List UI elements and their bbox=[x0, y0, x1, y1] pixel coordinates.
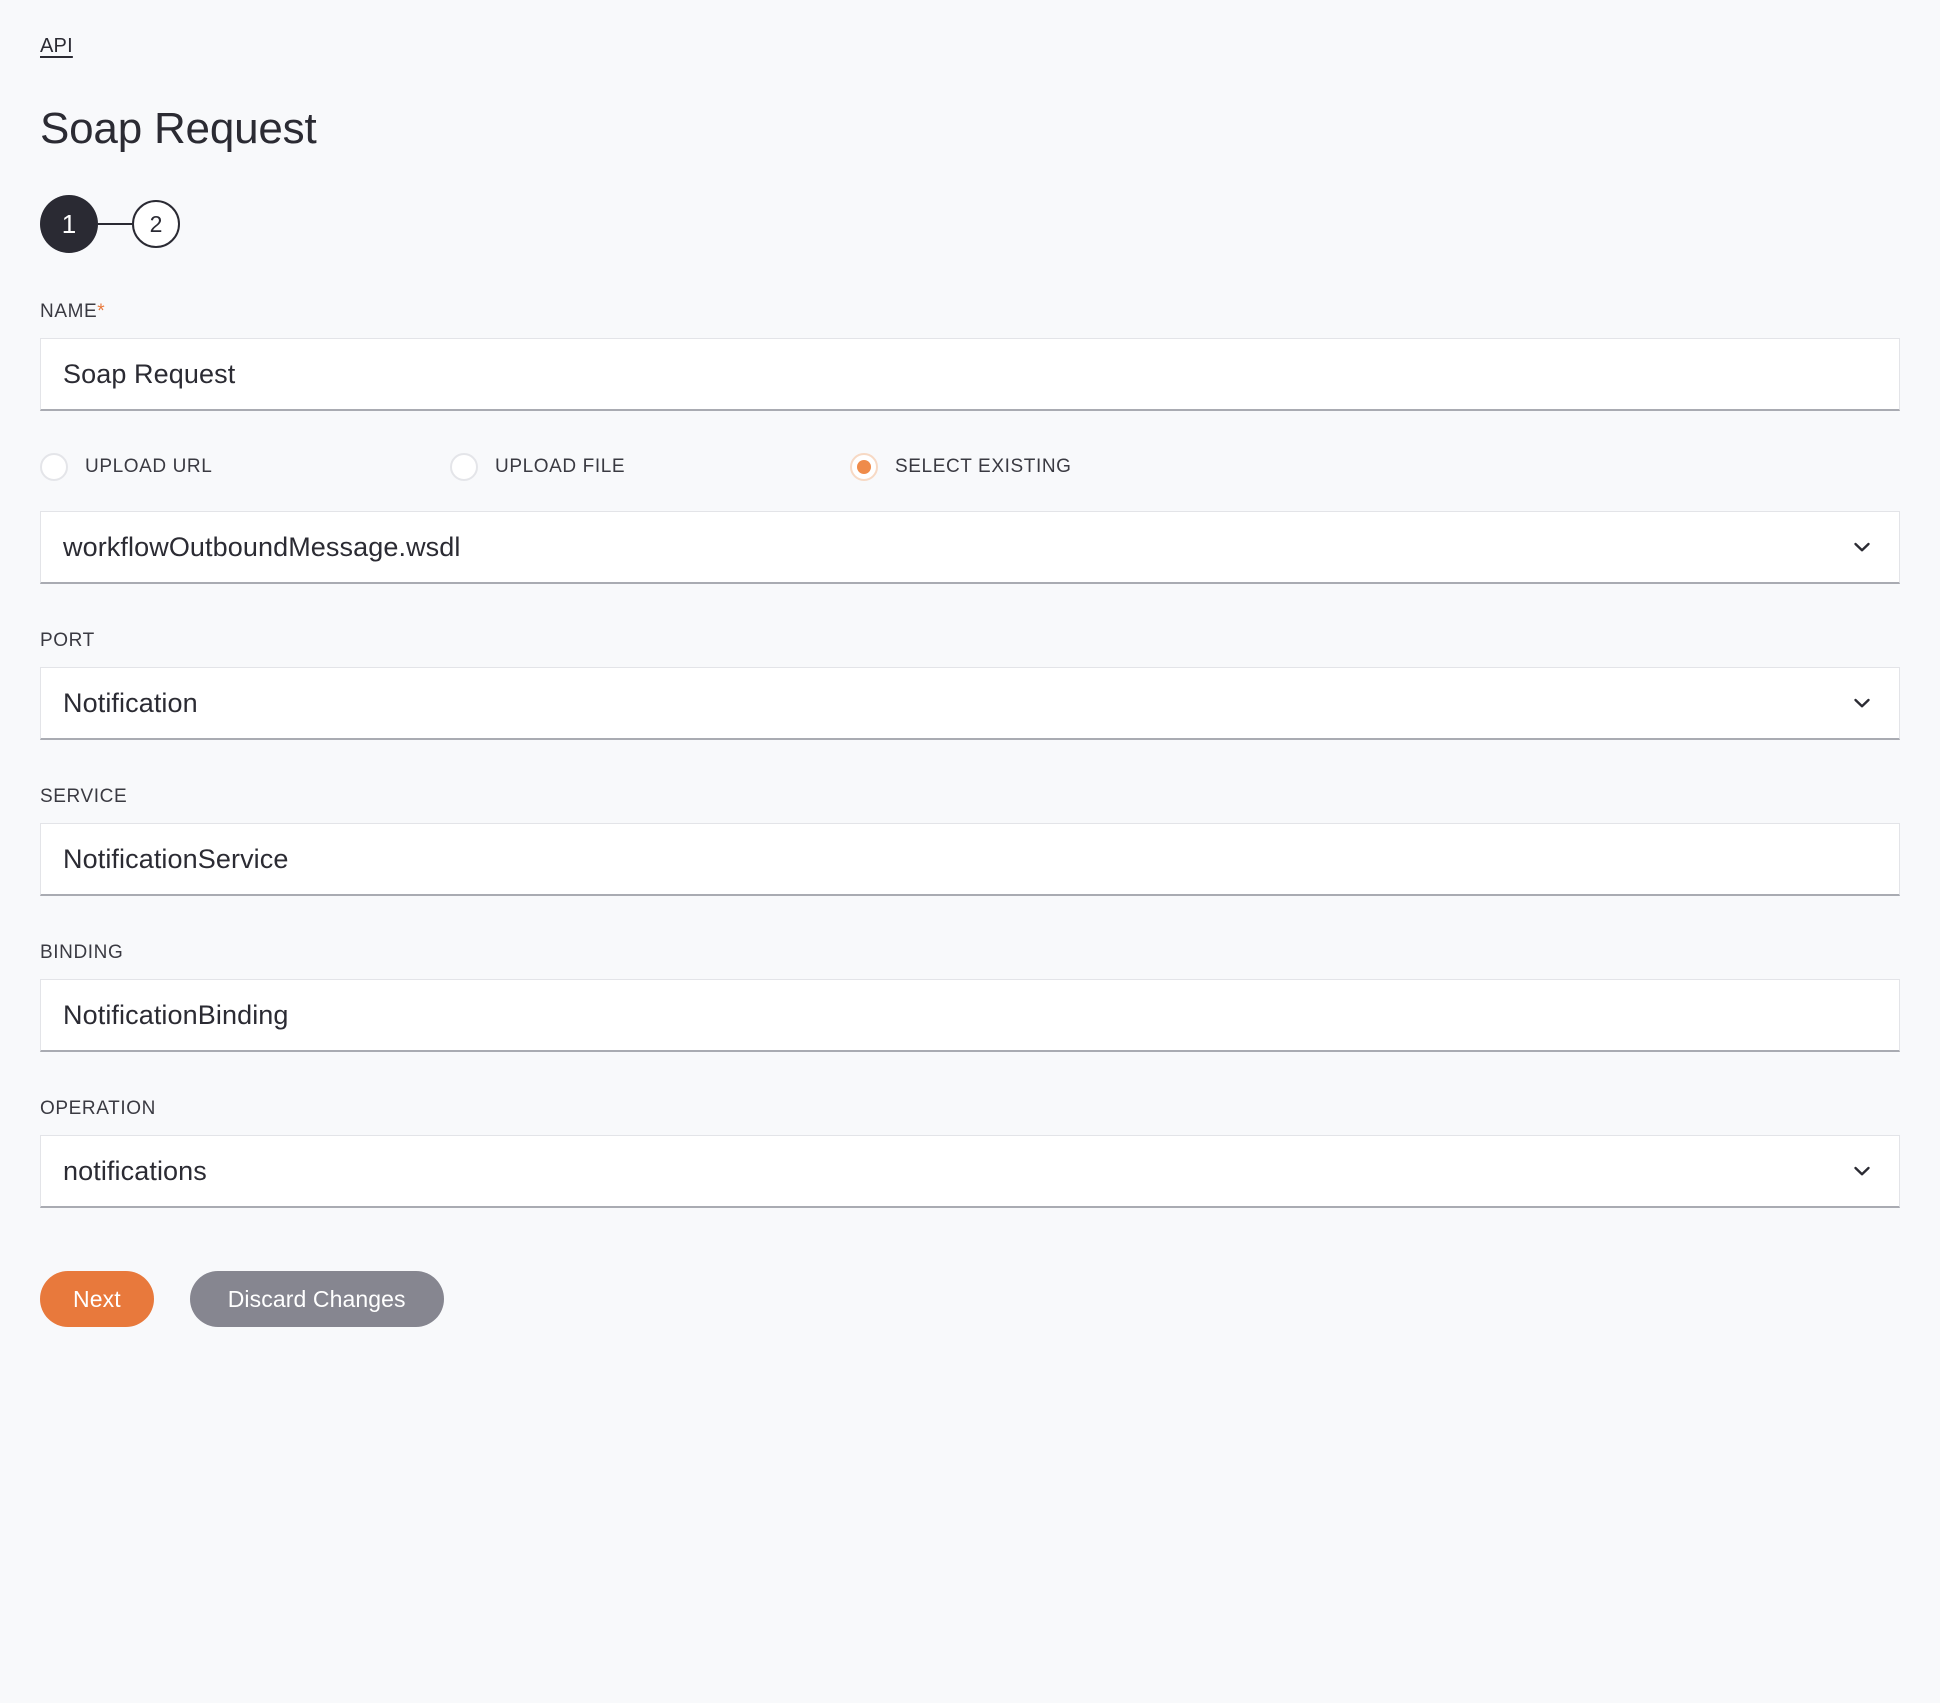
port-select[interactable]: Notification bbox=[40, 667, 1900, 741]
stepper-step-1-number: 1 bbox=[61, 209, 77, 240]
radio-upload-url[interactable]: UPLOAD URL bbox=[40, 453, 450, 482]
operation-select-value: notifications bbox=[63, 1155, 207, 1186]
chevron-down-icon[interactable] bbox=[1851, 692, 1873, 714]
discard-changes-button[interactable]: Discard Changes bbox=[189, 1271, 444, 1328]
radio-upload-file-dot[interactable] bbox=[450, 453, 478, 482]
form-actions: Next Discard Changes bbox=[40, 1271, 1900, 1328]
service-field-label: SERVICE bbox=[40, 786, 128, 808]
binding-input-value: NotificationBinding bbox=[63, 999, 289, 1030]
operation-field-group: OPERATION notifications bbox=[40, 1098, 1900, 1209]
operation-select[interactable]: notifications bbox=[40, 1135, 1900, 1209]
service-input-value: NotificationService bbox=[63, 843, 289, 874]
wsdl-select[interactable]: workflowOutboundMessage.wsdl bbox=[40, 511, 1900, 585]
binding-input[interactable]: NotificationBinding bbox=[40, 979, 1900, 1053]
required-asterisk: * bbox=[97, 301, 106, 323]
operation-field-label: OPERATION bbox=[40, 1098, 156, 1120]
name-input-value[interactable]: Soap Request bbox=[63, 359, 235, 390]
radio-upload-file-label: UPLOAD FILE bbox=[495, 456, 626, 478]
stepper-step-1[interactable]: 1 bbox=[40, 195, 98, 254]
binding-field-group: BINDING NotificationBinding bbox=[40, 942, 1900, 1053]
chevron-down-icon[interactable] bbox=[1851, 1160, 1873, 1182]
port-select-value: Notification bbox=[63, 687, 198, 718]
wsdl-field-group: workflowOutboundMessage.wsdl bbox=[40, 511, 1900, 585]
name-label-text: NAME bbox=[40, 301, 98, 323]
stepper-step-2[interactable]: 2 bbox=[132, 200, 180, 249]
binding-field-label: BINDING bbox=[40, 942, 124, 964]
wsdl-source-radio-group: UPLOAD URL UPLOAD FILE SELECT EXISTING bbox=[40, 445, 1900, 489]
service-input[interactable]: NotificationService bbox=[40, 823, 1900, 897]
radio-select-existing[interactable]: SELECT EXISTING bbox=[850, 453, 1072, 482]
next-button[interactable]: Next bbox=[40, 1271, 154, 1328]
stepper-step-2-number: 2 bbox=[149, 210, 163, 237]
radio-upload-file[interactable]: UPLOAD FILE bbox=[450, 453, 850, 482]
radio-select-existing-label: SELECT EXISTING bbox=[895, 456, 1072, 478]
radio-upload-url-label: UPLOAD URL bbox=[85, 456, 213, 478]
chevron-down-icon[interactable] bbox=[1851, 536, 1873, 558]
port-field-group: PORT Notification bbox=[40, 630, 1900, 741]
port-field-label: PORT bbox=[40, 630, 95, 652]
radio-upload-url-dot[interactable] bbox=[40, 453, 68, 482]
wizard-stepper: 1 2 bbox=[40, 193, 1900, 255]
name-field-label: NAME* bbox=[40, 301, 1900, 323]
service-field-group: SERVICE NotificationService bbox=[40, 786, 1900, 897]
radio-select-existing-dot[interactable] bbox=[850, 453, 878, 482]
breadcrumb-api-link[interactable]: API bbox=[40, 34, 73, 58]
name-input-wrapper[interactable]: Soap Request bbox=[40, 338, 1900, 412]
soap-request-page: API Soap Request 1 2 NAME* Soap Request … bbox=[0, 0, 1940, 1703]
page-title: Soap Request bbox=[40, 104, 317, 153]
stepper-connector bbox=[98, 223, 132, 226]
wsdl-select-value: workflowOutboundMessage.wsdl bbox=[63, 531, 461, 562]
name-field-group: NAME* Soap Request bbox=[40, 301, 1900, 412]
